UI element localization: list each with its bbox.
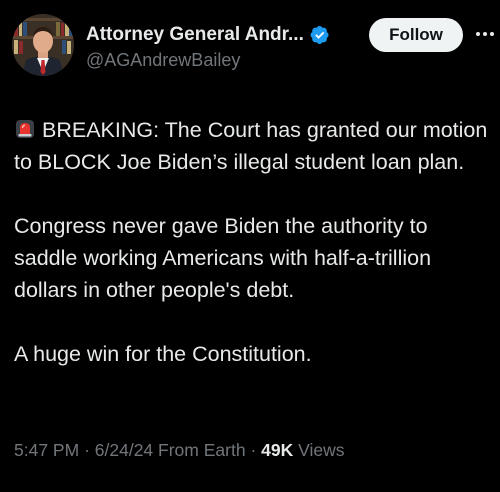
tweet-text: BREAKING: The Court has granted our moti… [14,114,490,370]
meta-separator: · [250,440,257,460]
tweet-paragraph: BREAKING: The Court has granted our moti… [14,114,490,178]
tweet-time[interactable]: 5:47 PM [14,440,79,460]
meta-separator: · [84,440,90,460]
views-label: Views [298,440,345,460]
avatar[interactable] [12,14,74,76]
tweet-header: Attorney General Andr... @AGAndrewBailey… [12,14,494,76]
tweet-line-3: A huge win for the Constitution. [14,342,312,366]
tweet-meta: 5:47 PM · 6/24/24 From Earth · 49K Views [14,440,345,461]
user-handle[interactable]: @AGAndrewBailey [86,50,240,71]
siren-icon [14,117,36,139]
tweet-source: From Earth [158,440,246,460]
tweet-date[interactable]: 6/24/24 [95,440,153,460]
tweet-line-2: Congress never gave Biden the authority … [14,214,432,302]
verified-badge-icon [310,25,330,45]
avatar-image [12,14,74,76]
more-icon[interactable] [474,24,496,44]
display-name[interactable]: Attorney General Andr... [86,24,304,46]
tweet-line-1: BREAKING: The Court has granted our moti… [14,118,488,174]
name-row: Attorney General Andr... [86,22,330,48]
views-count[interactable]: 49K [261,440,293,460]
follow-button[interactable]: Follow [369,18,463,52]
